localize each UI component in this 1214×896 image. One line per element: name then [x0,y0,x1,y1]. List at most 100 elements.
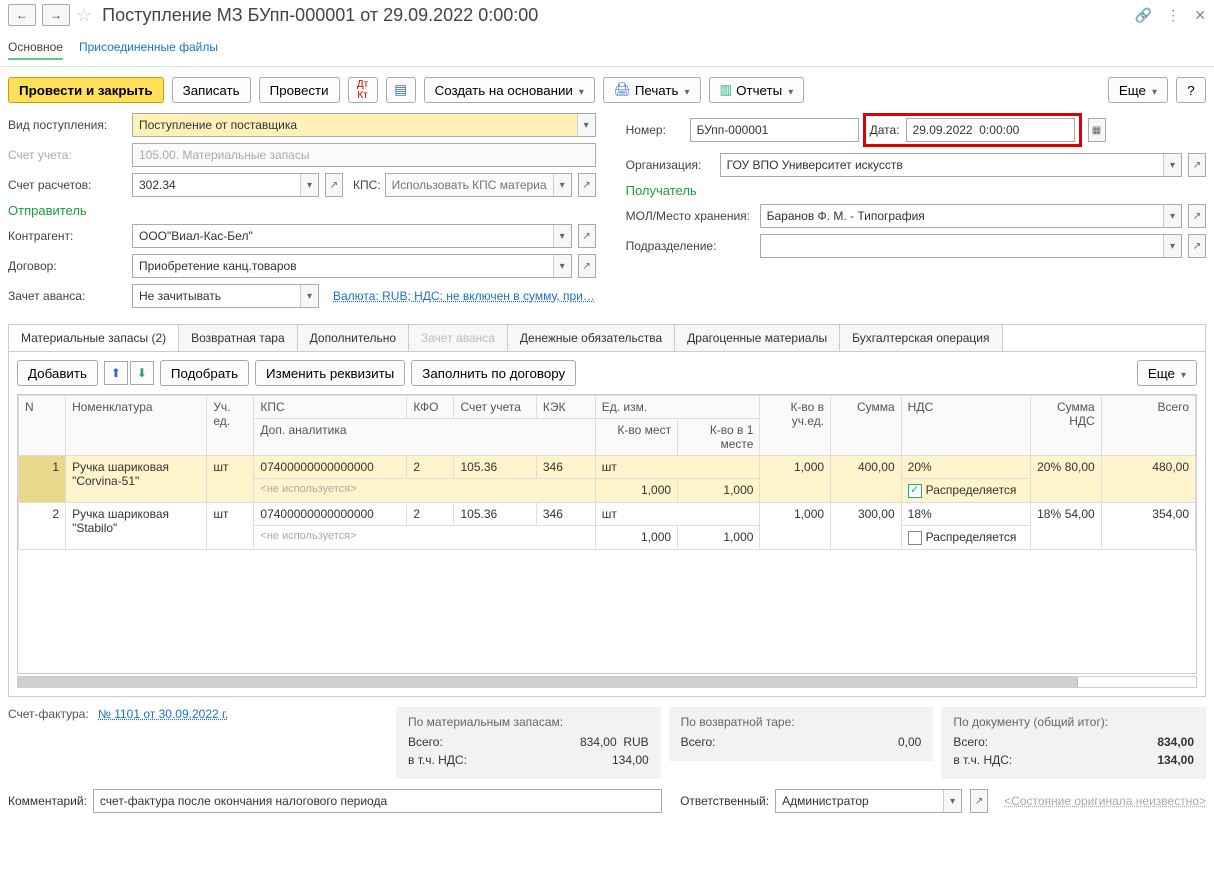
col-unit[interactable]: Уч. ед. [207,396,254,456]
menu-icon[interactable]: ⋮ [1166,7,1180,24]
table-row[interactable]: 1Ручка шариковая "Corvina-51"шт074000000… [19,456,1196,479]
receipt-type-input[interactable]: ▾ [132,113,596,137]
link-icon[interactable]: 🔗 [1135,7,1152,24]
help-button[interactable]: ? [1176,77,1206,103]
open-icon[interactable]: ↗ [325,173,343,197]
tab-attached-files[interactable]: Присоединенные файлы [79,36,218,60]
tab-tare[interactable]: Возвратная тара [179,325,298,351]
col-vat-sum[interactable]: Сумма НДС [1031,396,1102,456]
date-highlight-box: Дата: [863,113,1082,147]
dropdown-icon[interactable]: ▾ [1163,235,1181,257]
nav-back[interactable]: ← [8,4,36,26]
invoice-label: Счет-фактура: [8,707,89,721]
col-total[interactable]: Всего [1101,396,1195,456]
col-account[interactable]: Счет учета [454,396,536,419]
col-dop-analytics[interactable]: Доп. аналитика [254,419,595,456]
open-icon[interactable]: ↗ [970,789,988,813]
open-icon[interactable]: ↗ [1188,204,1206,228]
advance-input[interactable]: ▾ [132,284,319,308]
materials-totals-box: По материальным запасам: Всего:834,00 RU… [396,707,661,779]
nav-forward[interactable]: → [42,4,70,26]
number-label: Номер: [626,123,686,137]
horizontal-scrollbar[interactable] [17,676,1197,688]
open-icon[interactable]: ↗ [1188,153,1206,177]
dropdown-icon[interactable]: ▾ [1163,205,1181,227]
col-qty[interactable]: К-во в уч.ед. [760,396,831,456]
pick-button[interactable]: Подобрать [160,360,249,386]
col-nomenclature[interactable]: Номенклатура [66,396,207,456]
main-tabs: Основное Присоединенные файлы [0,30,1214,67]
dropdown-icon[interactable]: ▾ [553,225,571,247]
table-row[interactable]: 2Ручка шариковая "Stabilo"шт074000000000… [19,502,1196,525]
edit-requisites-button[interactable]: Изменить реквизиты [255,360,405,386]
add-row-button[interactable]: Добавить [17,360,98,386]
number-input[interactable] [690,118,859,142]
col-in-place[interactable]: К-во в 1 месте [678,419,760,456]
reports-button[interactable]: ▥Отчеты [709,77,805,103]
move-down-button[interactable]: ⬇ [130,361,154,385]
tab-money[interactable]: Денежные обязательства [508,325,675,351]
open-icon[interactable]: ↗ [578,224,596,248]
favorite-icon[interactable]: ☆ [76,5,92,26]
distribute-checkbox[interactable] [908,531,922,545]
organization-input[interactable]: ▾ [720,153,1182,177]
col-kek[interactable]: КЭК [536,396,595,419]
tab-materials[interactable]: Материальные запасы (2) [9,325,179,351]
materials-grid-scroll[interactable]: N Номенклатура Уч. ед. КПС КФО Счет учет… [17,394,1197,674]
department-input[interactable]: ▾ [760,234,1182,258]
calendar-icon[interactable]: ▦ [1088,118,1106,142]
contract-input[interactable]: ▾ [132,254,572,278]
dropdown-icon[interactable]: ▾ [943,790,961,812]
tab-main[interactable]: Основное [8,36,63,60]
date-input[interactable] [906,118,1075,142]
move-up-button[interactable]: ⬆ [104,361,128,385]
close-icon[interactable]: ✕ [1194,7,1206,24]
open-icon[interactable]: ↗ [1188,234,1206,258]
currency-link[interactable]: Валюта: RUB; НДС: не включен в сумму, пр… [333,289,595,303]
dropdown-icon[interactable]: ▾ [300,285,318,307]
counterparty-input[interactable]: ▾ [132,224,572,248]
materials-tab-content: Добавить ⬆ ⬇ Подобрать Изменить реквизит… [8,352,1206,697]
dtkt-icon[interactable]: ДтКт [348,77,378,103]
col-vat[interactable]: НДС [901,396,1030,456]
open-icon[interactable]: ↗ [578,254,596,278]
distribute-checkbox[interactable] [908,484,922,498]
col-places[interactable]: К-во мест [595,419,677,456]
post-and-close-button[interactable]: Провести и закрыть [8,77,164,103]
col-n[interactable]: N [19,396,66,456]
col-uom[interactable]: Ед. изм. [595,396,760,419]
responsible-input[interactable]: ▾ [775,789,962,813]
responsible-label: Ответственный: [680,794,769,808]
settlement-acct-input[interactable]: ▾ [132,173,319,197]
tab-accounting[interactable]: Бухгалтерская операция [840,325,1002,351]
contract-label: Договор: [8,259,128,273]
open-icon[interactable]: ↗ [578,173,596,197]
comment-input[interactable] [93,789,662,813]
grid-more-button[interactable]: Еще [1137,360,1197,386]
tab-additional[interactable]: Дополнительно [298,325,409,351]
list-icon[interactable]: ▤ [386,77,416,103]
kps-input[interactable]: ▾ [385,173,572,197]
mol-input[interactable]: ▾ [760,204,1182,228]
fill-by-contract-button[interactable]: Заполнить по договору [411,360,576,386]
date-label: Дата: [870,123,900,137]
tab-precious[interactable]: Драгоценные материалы [675,325,840,351]
dropdown-icon[interactable]: ▾ [553,255,571,277]
toolbar: Провести и закрыть Записать Провести ДтК… [0,67,1214,113]
col-sum[interactable]: Сумма [831,396,902,456]
col-kfo[interactable]: КФО [407,396,454,419]
print-button[interactable]: 🖨Печать [603,77,701,103]
dropdown-icon[interactable]: ▾ [1163,154,1181,176]
counterparty-label: Контрагент: [8,229,128,243]
original-state-link[interactable]: <Состояние оригинала неизвестно> [1004,794,1206,808]
save-button[interactable]: Записать [172,77,251,103]
invoice-link[interactable]: № 1101 от 30.09.2022 г. [98,707,228,721]
dropdown-icon[interactable]: ▾ [577,114,595,136]
post-button[interactable]: Провести [259,77,340,103]
more-button[interactable]: Еще [1108,77,1168,103]
dropdown-icon[interactable]: ▾ [553,174,571,196]
create-based-button[interactable]: Создать на основании [424,77,595,103]
dropdown-icon[interactable]: ▾ [300,174,318,196]
col-kps[interactable]: КПС [254,396,407,419]
account-label: Счет учета: [8,148,128,162]
